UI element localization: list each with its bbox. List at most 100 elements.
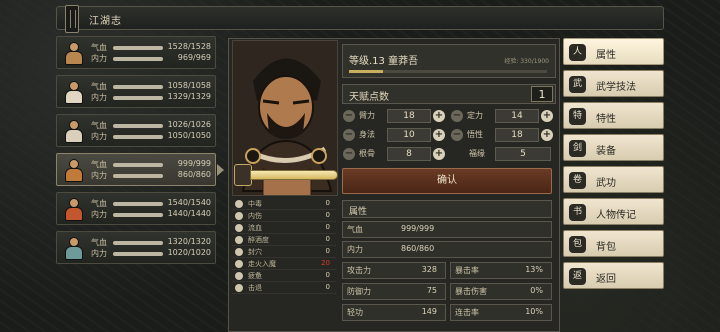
bag-icon: 包 <box>569 236 586 253</box>
stat-combo-rate: 连击率 10% <box>450 304 552 321</box>
hp-bar <box>113 46 163 50</box>
member-hp: 气血 1540/1540 <box>91 198 211 208</box>
decrease-button[interactable]: − <box>451 110 463 122</box>
member-portrait-icon <box>62 40 86 66</box>
decrease-button[interactable]: − <box>343 129 355 141</box>
mp-bar <box>113 96 163 100</box>
increase-button[interactable]: + <box>541 129 553 141</box>
stat-crit-damage: 暴击伤害 0% <box>450 283 552 300</box>
status-poison: 中毒 0 <box>232 199 336 210</box>
stat-hp: 气血 999/999 <box>342 221 552 238</box>
member-mp: 内力 1050/1050 <box>91 131 211 141</box>
title-bar: 江湖志 <box>56 5 664 33</box>
increase-button[interactable]: + <box>433 148 445 160</box>
member-portrait-icon <box>62 79 86 105</box>
character-exp: 经验: 330/1900 <box>504 58 549 65</box>
character-level-name: 等级.13 童莽吾 <box>349 56 419 67</box>
member-portrait-icon <box>62 157 86 183</box>
stat-attack: 攻击力 328 <box>342 262 446 279</box>
trait-icon: 特 <box>569 108 586 125</box>
sword-icon: 剑 <box>569 140 586 157</box>
stat-mp: 内力 860/860 <box>342 241 552 258</box>
member-hp: 气血 1058/1058 <box>91 81 211 91</box>
book-icon: 书 <box>569 204 586 221</box>
decrease-button[interactable]: − <box>343 110 355 122</box>
party-member-4-selected[interactable]: 气血 999/999 内力 860/860 <box>56 153 224 186</box>
attr-agility: − 身法 10 + <box>343 128 445 142</box>
attr-strength: − 臂力 18 + <box>343 109 445 123</box>
menu-kungfu-button[interactable]: 卷 武功 <box>563 166 664 193</box>
attr-focus: − 定力 14 + <box>451 109 553 123</box>
member-mp: 内力 1329/1329 <box>91 92 211 102</box>
increase-button[interactable]: + <box>433 129 445 141</box>
fatigue-icon <box>235 272 243 280</box>
menu-return-button[interactable]: 返 返回 <box>563 262 664 289</box>
qi-deviation-icon <box>235 260 243 268</box>
member-hp: 气血 1528/1528 <box>91 42 211 52</box>
attr-insight: − 悟性 18 + <box>451 128 553 142</box>
talent-points-value: 1 <box>531 86 553 102</box>
hp-bar <box>113 124 163 128</box>
bleeding-icon <box>235 224 243 232</box>
mp-bar <box>113 135 163 139</box>
hp-bar <box>113 85 163 89</box>
stat-qinggong: 轻功 149 <box>342 304 446 321</box>
talent-points-row: 天赋点数 1 <box>342 84 556 104</box>
selection-arrow-icon <box>217 164 224 176</box>
status-knockback: 击退 0 <box>232 283 336 294</box>
party-member-5[interactable]: 气血 1540/1540 内力 1440/1440 <box>56 192 216 225</box>
menu-martial-skills-button[interactable]: 武 武学技法 <box>563 70 664 97</box>
person-icon: 人 <box>569 44 586 61</box>
member-mp: 内力 1440/1440 <box>91 209 211 219</box>
weapon-blade-icon <box>250 170 338 180</box>
increase-button[interactable]: + <box>541 110 553 122</box>
attr-constitution: − 根骨 8 + <box>343 147 445 161</box>
return-icon: 返 <box>569 268 586 285</box>
talent-points-label: 天赋点数 <box>349 92 389 103</box>
internal-injury-icon <box>235 212 243 220</box>
mp-bar <box>113 57 163 61</box>
menu-biography-button[interactable]: 书 人物传记 <box>563 198 664 225</box>
stats-section-header: 属性 <box>342 200 552 218</box>
party-member-1[interactable]: 气血 1528/1528 内力 969/969 <box>56 36 216 69</box>
stat-crit-rate: 暴击率 13% <box>450 262 552 279</box>
martial-skill-icon: 武 <box>569 76 586 93</box>
mp-bar <box>113 174 163 178</box>
exp-bar <box>349 70 547 73</box>
sealed-points-icon <box>235 248 243 256</box>
page-title: 江湖志 <box>89 16 122 27</box>
member-portrait-icon <box>62 235 86 261</box>
journal-book-icon <box>65 5 79 33</box>
member-hp: 气血 999/999 <box>91 159 211 169</box>
member-hp: 气血 1320/1320 <box>91 237 211 247</box>
status-drunk: 醉酒度 0 <box>232 235 336 246</box>
stat-defense: 防御力 75 <box>342 283 446 300</box>
confirm-button[interactable]: 确认 <box>342 168 552 194</box>
poison-icon <box>235 200 243 208</box>
mp-bar <box>113 213 163 217</box>
scroll-icon: 卷 <box>569 172 586 189</box>
character-name-box: 等级.13 童莽吾 经验: 330/1900 <box>342 44 556 78</box>
party-member-2[interactable]: 气血 1058/1058 内力 1329/1329 <box>56 75 216 108</box>
status-internal-injury: 内伤 0 <box>232 211 336 222</box>
party-member-3[interactable]: 气血 1026/1026 内力 1050/1050 <box>56 114 216 147</box>
decrease-button[interactable]: − <box>451 129 463 141</box>
menu-attributes-button[interactable]: 人 属性 <box>563 38 664 65</box>
member-hp: 气血 1026/1026 <box>91 120 211 130</box>
hp-bar <box>113 163 163 167</box>
menu-traits-button[interactable]: 特 特性 <box>563 102 664 129</box>
member-portrait-icon <box>62 118 86 144</box>
increase-button[interactable]: + <box>433 110 445 122</box>
knockback-icon <box>235 284 243 292</box>
attr-fortune: 福缘 5 <box>463 147 553 161</box>
menu-equipment-button[interactable]: 剑 装备 <box>563 134 664 161</box>
mp-bar <box>113 252 163 256</box>
drunk-icon <box>235 236 243 244</box>
member-mp: 内力 969/969 <box>91 53 211 63</box>
menu-inventory-button[interactable]: 包 背包 <box>563 230 664 257</box>
decrease-button[interactable]: − <box>343 148 355 160</box>
member-mp: 内力 1020/1020 <box>91 248 211 258</box>
member-portrait-icon <box>62 196 86 222</box>
member-mp: 内力 860/860 <box>91 170 211 180</box>
party-member-6[interactable]: 气血 1320/1320 内力 1020/1020 <box>56 231 216 264</box>
